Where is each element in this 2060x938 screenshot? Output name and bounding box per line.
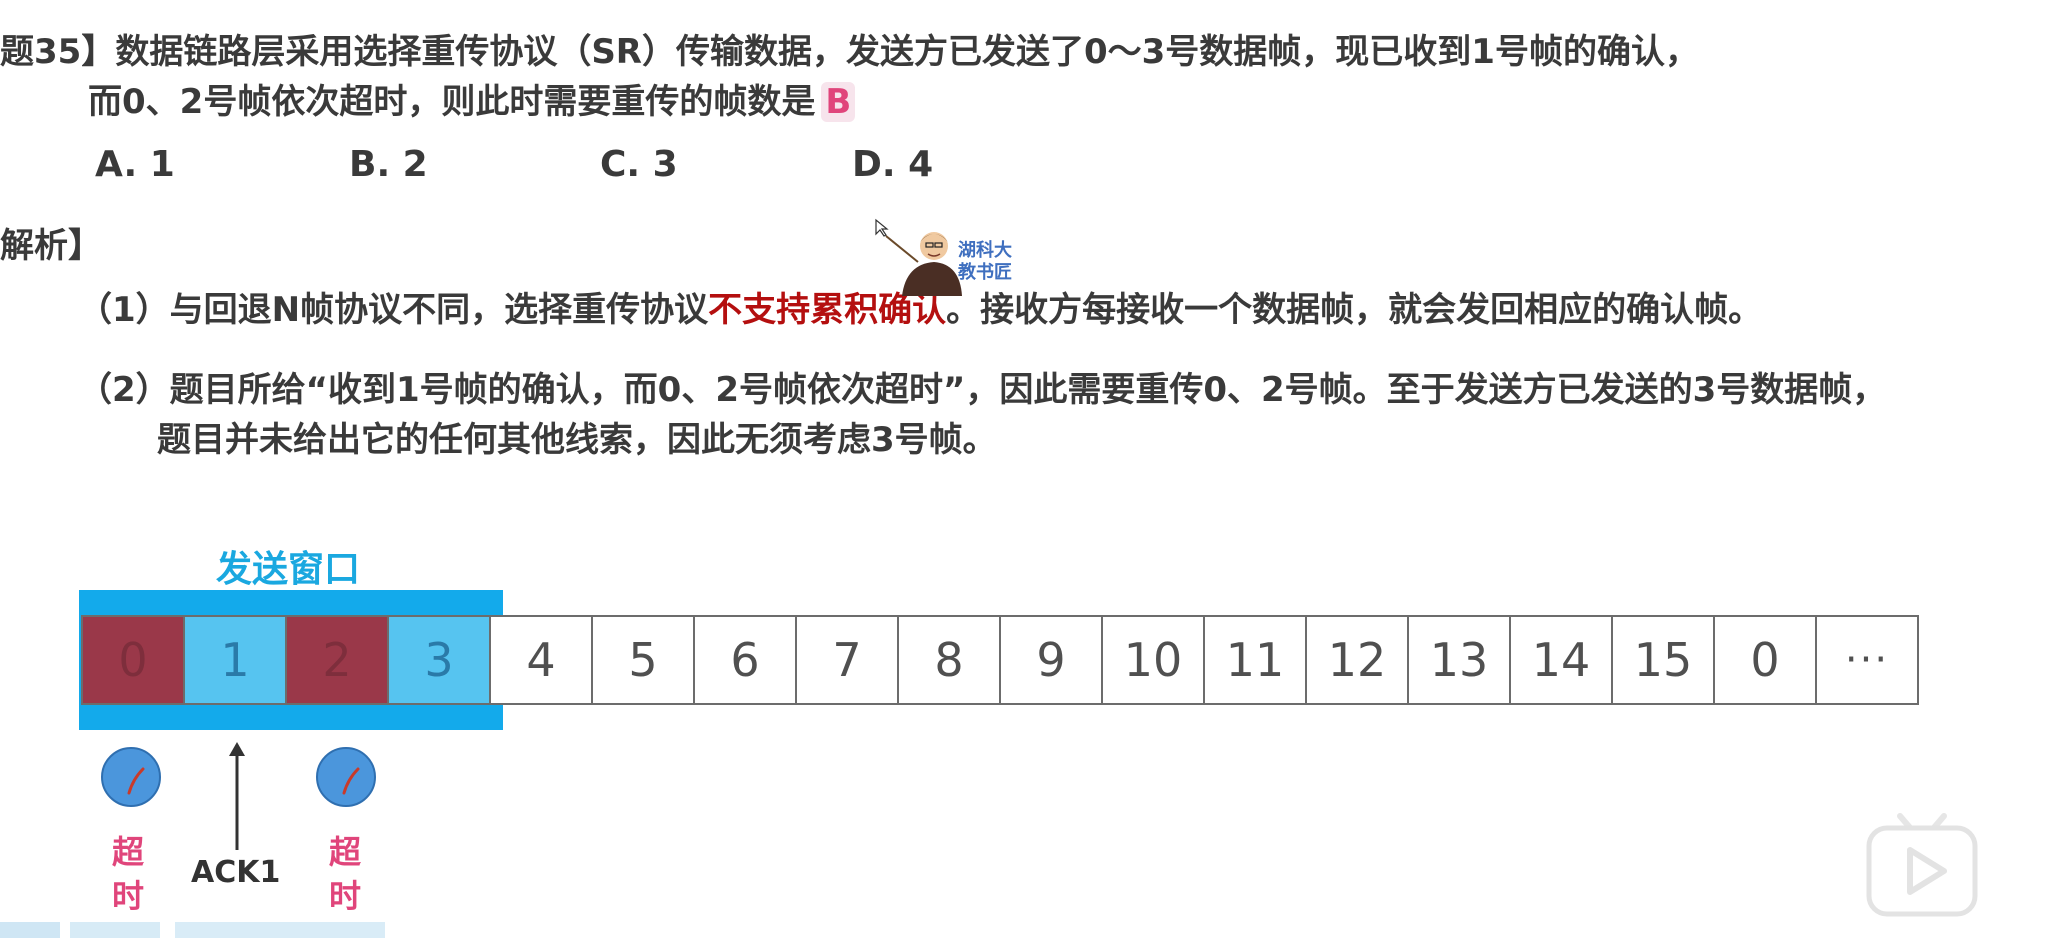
clock-hand-icon [342, 767, 360, 795]
option-a: A. 1 [95, 144, 175, 185]
option-b: B. 2 [349, 144, 428, 185]
timeout-label-frame-2: 超 时 [325, 830, 365, 918]
question-line-2: 而0、2号帧依次超时，则此时需要重传的帧数是 B [88, 74, 856, 123]
analysis-heading: 解析】 [0, 226, 102, 266]
clock-hand-icon [127, 767, 145, 795]
frame-cell: 2 [285, 615, 389, 705]
question-line-1: 题35】数据链路层采用选择重传协议（SR）传输数据，发送方已发送了0～3号数据帧… [0, 32, 1699, 72]
frame-cell: ··· [1815, 615, 1919, 705]
frame-cell: 15 [1611, 615, 1715, 705]
frame-cell: 5 [591, 615, 695, 705]
timeout-char-1: 超 [328, 833, 361, 871]
teacher-figure-icon [875, 218, 962, 296]
question-line-2-text: 而0、2号帧依次超时，则此时需要重传的帧数是 [88, 82, 816, 122]
timeout-label-frame-0: 超 时 [108, 830, 148, 918]
timeout-char-2: 时 [328, 877, 361, 915]
frame-cell: 7 [795, 615, 899, 705]
analysis-p1-suffix: 。接收方每接收一个数据帧，就会发回相应的确认帧。 [946, 290, 1763, 330]
analysis-paragraph-2-line-1: （2）题目所给“收到1号帧的确认，而0、2号帧依次超时”，因此需要重传0、2号帧… [78, 370, 1887, 410]
analysis-p1-prefix: （1）与回退N帧协议不同，选择重传协议 [78, 290, 709, 330]
video-progress-strip[interactable] [0, 918, 390, 938]
frame-cell: 12 [1305, 615, 1409, 705]
frame-cell: 14 [1509, 615, 1613, 705]
frame-cell: 11 [1203, 615, 1307, 705]
frame-cell: 0 [81, 615, 185, 705]
video-play-button-icon[interactable] [1866, 812, 1978, 918]
option-c: C. 3 [600, 144, 678, 185]
frame-cell: 4 [489, 615, 593, 705]
frame-sequence: 0 1 2 3 4 5 6 7 8 9 10 11 12 13 14 15 0 ··· [81, 615, 1919, 705]
analysis-paragraph-2-line-2: 题目并未给出它的任何其他线索，因此无须考虑3号帧。 [157, 420, 997, 460]
frame-cell: 8 [897, 615, 1001, 705]
answer-badge: B [821, 82, 856, 122]
brand-line-1: 湖科大 [958, 240, 1012, 261]
frame-cell: 1 [183, 615, 287, 705]
send-window-label: 发送窗口 [216, 549, 361, 590]
timeout-clock-icon-frame-2 [316, 747, 376, 807]
ack1-label: ACK1 [191, 855, 281, 890]
frame-cell: 3 [387, 615, 491, 705]
frame-cell: 0 [1713, 615, 1817, 705]
frame-cell: 13 [1407, 615, 1511, 705]
brand-watermark: 湖科大 教书匠 [958, 240, 1012, 284]
frame-cell: 6 [693, 615, 797, 705]
brand-line-2: 教书匠 [958, 262, 1012, 283]
teacher-avatar: 湖科大 教书匠 [872, 216, 1022, 296]
timeout-char-2: 时 [111, 877, 144, 915]
ack-arrow-icon [229, 742, 245, 850]
frame-cell: 10 [1101, 615, 1205, 705]
timeout-clock-icon-frame-0 [101, 747, 161, 807]
option-d: D. 4 [852, 144, 934, 185]
frame-cell: 9 [999, 615, 1103, 705]
timeout-char-1: 超 [111, 833, 144, 871]
